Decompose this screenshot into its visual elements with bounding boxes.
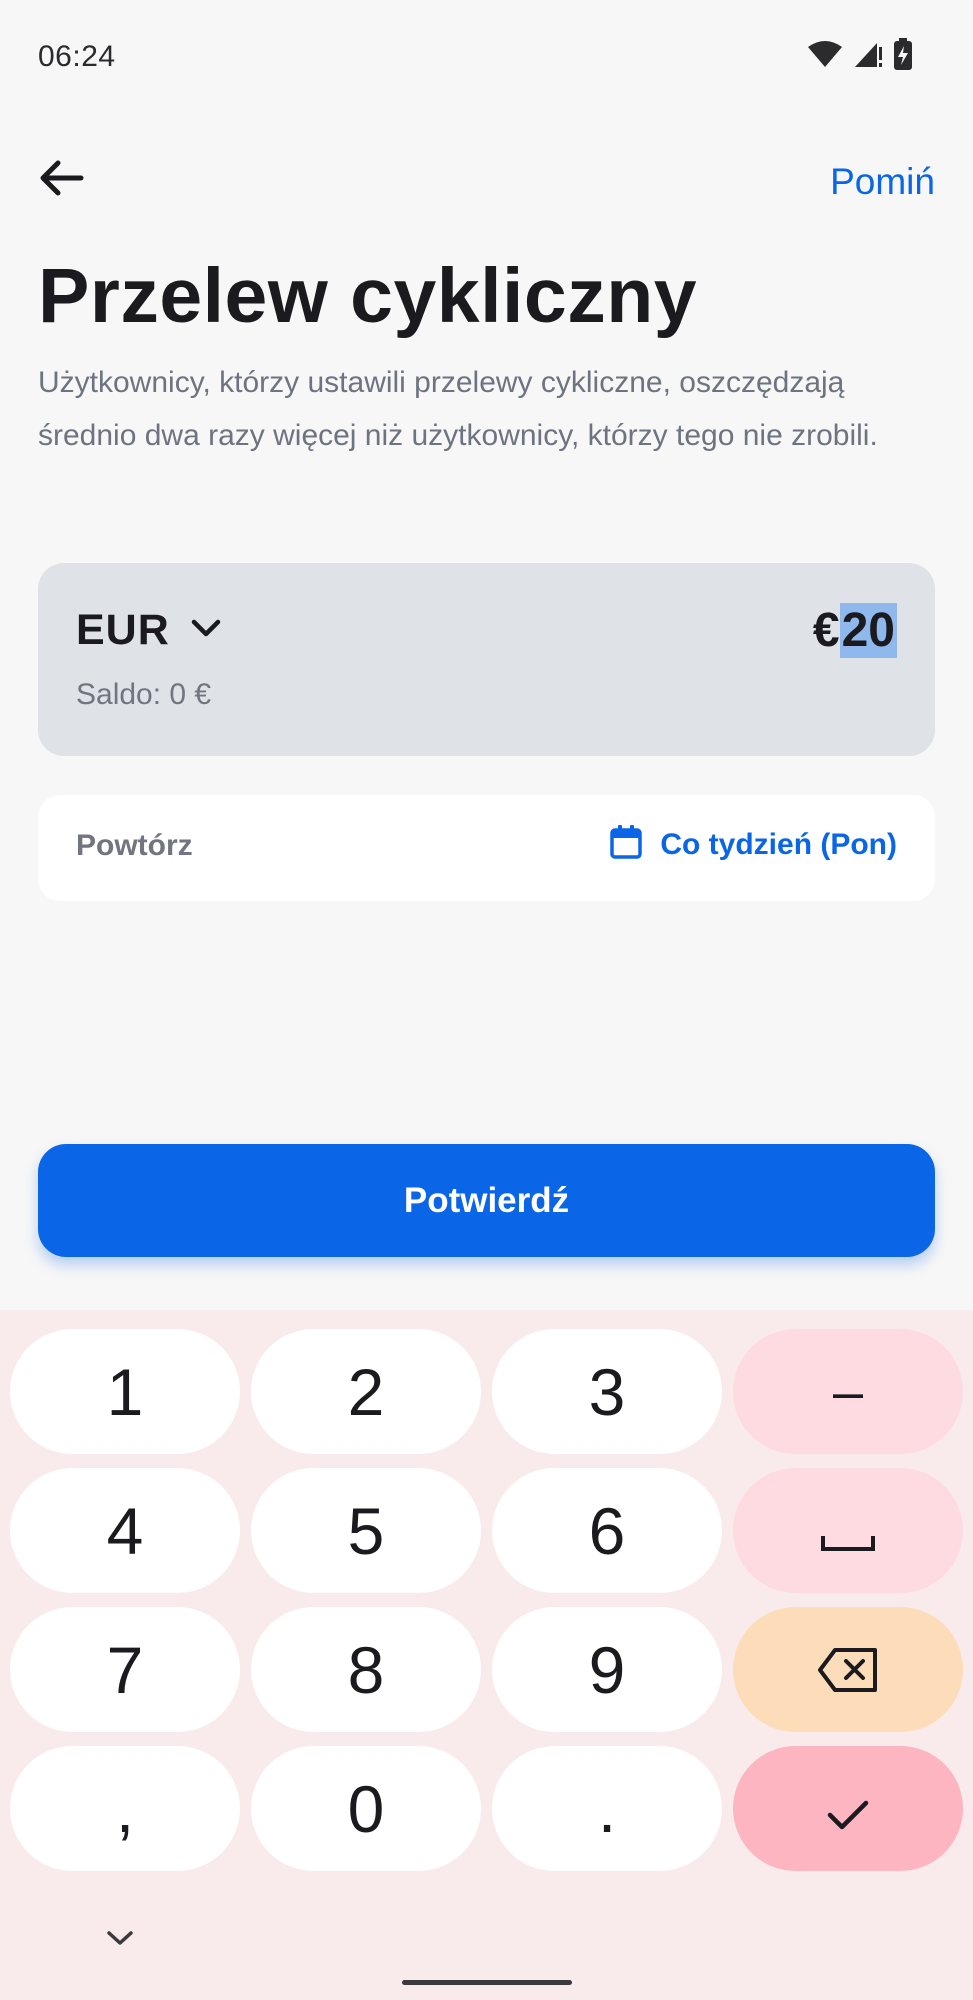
backspace-icon — [817, 1632, 879, 1708]
page-title: Przelew cykliczny — [38, 253, 698, 339]
key-enter[interactable] — [733, 1746, 963, 1871]
key-5[interactable]: 5 — [251, 1468, 481, 1593]
page-description: Użytkownicy, którzy ustawili przelewy cy… — [38, 366, 878, 452]
skip-button[interactable]: Pomiń — [830, 161, 935, 203]
status-bar: 06:24 — [0, 0, 973, 115]
repeat-frequency[interactable]: Co tydzień (Pon) — [610, 825, 897, 864]
check-icon — [826, 1771, 870, 1847]
key-comma[interactable]: , — [10, 1746, 240, 1871]
key-6[interactable]: 6 — [492, 1468, 722, 1593]
keyboard-collapse-button[interactable] — [100, 1925, 140, 1955]
key-8[interactable]: 8 — [251, 1607, 481, 1732]
repeat-value: Co tydzień (Pon) — [660, 827, 897, 861]
key-minus[interactable]: – — [733, 1329, 963, 1454]
battery-charging-icon — [893, 38, 913, 75]
key-4[interactable]: 4 — [10, 1468, 240, 1593]
confirm-button[interactable]: Potwierdź — [38, 1144, 935, 1257]
amount-value: 20 — [839, 603, 897, 658]
repeat-label: Powtórz — [76, 829, 193, 862]
currency-selector[interactable]: EUR — [76, 606, 222, 655]
key-3[interactable]: 3 — [492, 1329, 722, 1454]
confirm-label: Potwierdź — [403, 1180, 570, 1220]
amount-card: EUR Saldo: 0 € € 20 — [38, 563, 935, 756]
arrow-left-icon — [38, 158, 84, 203]
key-2[interactable]: 2 — [251, 1329, 481, 1454]
amount-input[interactable]: € 20 — [813, 603, 897, 658]
chevron-down-icon — [106, 1929, 134, 1952]
currency-symbol: € — [812, 604, 840, 657]
key-space[interactable] — [733, 1468, 963, 1593]
wifi-icon — [807, 40, 843, 73]
key-1[interactable]: 1 — [10, 1329, 240, 1454]
screen: 06:24 Pomiń Przelew cykliczny Użytkownic… — [0, 0, 973, 2000]
balance-text: Saldo: 0 € — [76, 678, 212, 711]
chevron-down-icon — [190, 617, 222, 644]
space-icon — [820, 1493, 876, 1569]
gesture-nav-handle[interactable] — [402, 1980, 572, 1985]
repeat-row[interactable]: Powtórz Co tydzień (Pon) — [38, 795, 935, 901]
key-0[interactable]: 0 — [251, 1746, 481, 1871]
status-icons — [807, 38, 913, 75]
status-time: 06:24 — [38, 40, 116, 73]
back-button[interactable] — [36, 155, 86, 205]
key-9[interactable]: 9 — [492, 1607, 722, 1732]
key-7[interactable]: 7 — [10, 1607, 240, 1732]
currency-code: EUR — [76, 606, 170, 654]
key-backspace[interactable] — [733, 1607, 963, 1732]
key-period[interactable]: . — [492, 1746, 722, 1871]
calendar-icon — [610, 825, 643, 864]
cell-signal-icon — [853, 39, 883, 74]
